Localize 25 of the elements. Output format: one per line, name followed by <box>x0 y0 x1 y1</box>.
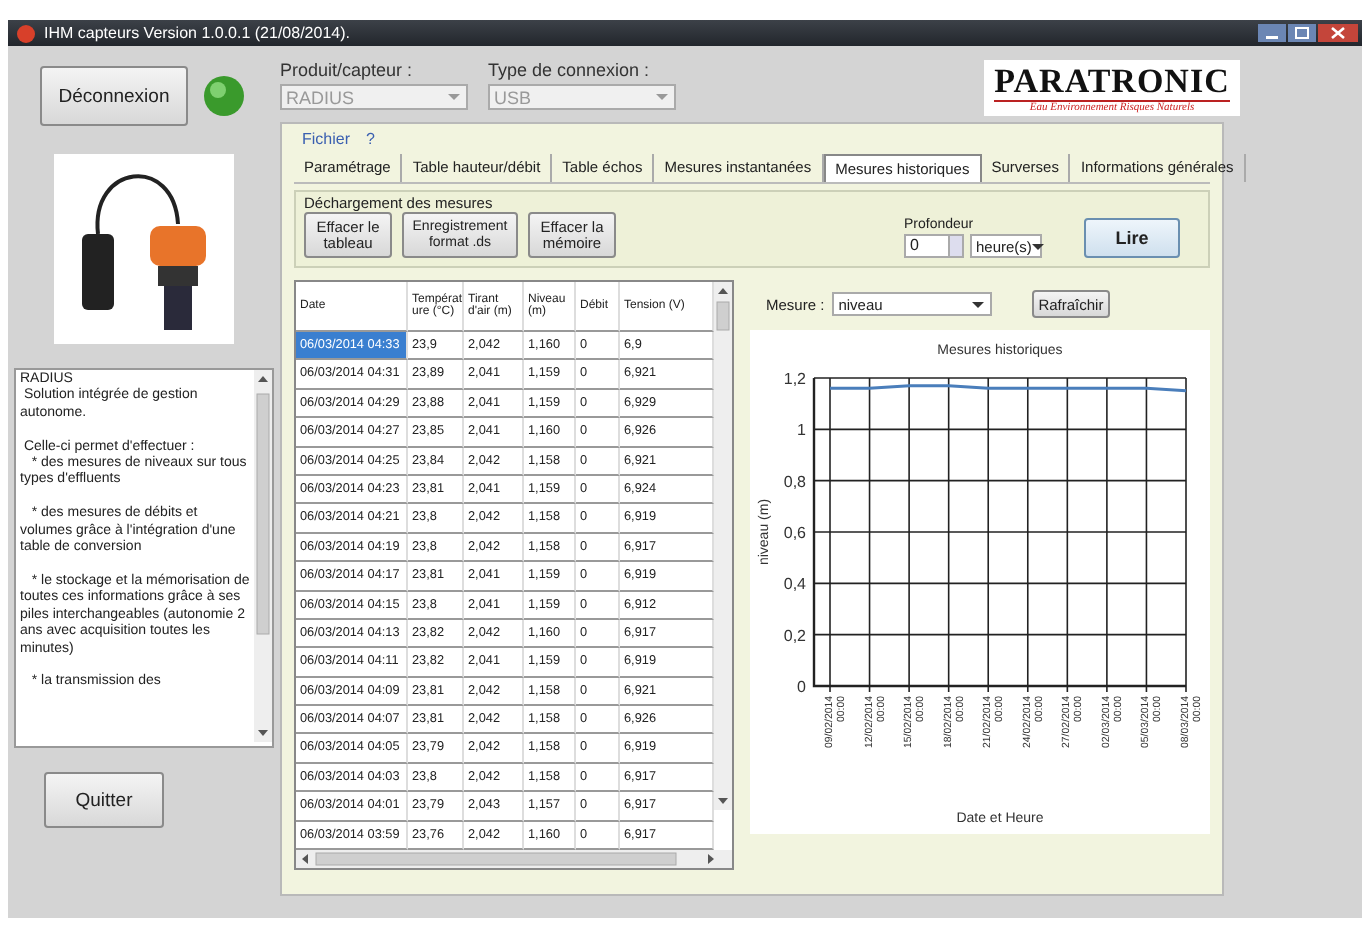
read-button[interactable]: Lire <box>1084 218 1180 258</box>
field-label: Produit/capteur : <box>280 60 415 80</box>
menu-item[interactable]: Fichier <box>302 130 351 148</box>
y-tick-label: 0,8 <box>783 472 806 491</box>
depth-spinner[interactable]: 0 <box>904 234 964 258</box>
y-tick-label: 0,2 <box>783 626 806 645</box>
logo-name: PARATRONIC <box>994 64 1230 102</box>
quit-button[interactable]: Quitter <box>44 772 164 828</box>
y-tick-label: 1,2 <box>783 370 806 388</box>
y-tick-label: 1 <box>797 421 806 440</box>
vertical-scrollbar-icon <box>714 282 732 810</box>
app-icon <box>16 23 36 43</box>
horizontal-scrollbar-icon <box>296 850 732 869</box>
y-tick-label: 0 <box>797 678 806 696</box>
minimize-icon <box>1258 24 1286 42</box>
y-tick-label: 0,6 <box>783 524 806 542</box>
maximize-icon <box>1288 24 1316 42</box>
close-icon <box>1318 24 1358 42</box>
disconnect-button[interactable]: Déconnexion <box>40 66 188 126</box>
vertical-scrollbar-icon <box>254 370 272 742</box>
window-title: IHM capteurs Version 1.0.0.1 (21/08/2014). <box>44 24 352 42</box>
y-tick-label: 0,4 <box>783 575 806 594</box>
description-text-box[interactable] <box>14 368 274 748</box>
field-label: Type de connexion : <box>488 60 652 80</box>
menu-item[interactable]: ? <box>366 130 375 148</box>
